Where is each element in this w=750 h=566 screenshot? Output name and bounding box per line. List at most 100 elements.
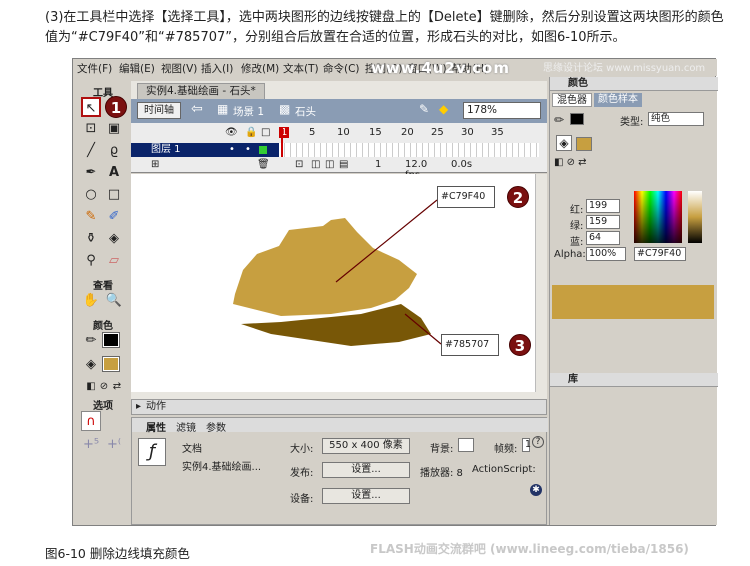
stage[interactable]: #C79F40 2 #785707 3 [131,174,535,392]
layer-lock-dot[interactable]: • [245,143,251,157]
type-select[interactable]: 纯色 [648,112,704,126]
actions-panel-header[interactable]: ▸ 动作 [131,399,547,415]
flash-window: 文件(F) 编辑(E) 视图(V) 插入(I) 修改(M) 文本(T) 命令(C… [72,58,718,526]
red-field[interactable]: 199 [586,199,620,213]
stroke-pencil-icon[interactable]: ✏ [554,113,564,127]
library-panel-header[interactable]: 库 [550,373,718,387]
center-frame-icon[interactable]: ⊡ [295,159,303,170]
edit-scene-icon[interactable]: ✎ [419,102,429,116]
menu-text[interactable]: 文本(T) [283,61,319,76]
back-arrow-icon[interactable]: ⇦ [191,101,203,117]
fill-color-swatch[interactable] [102,356,120,372]
outline-icon[interactable]: □ [261,127,270,138]
ruler-tick: 25 [431,127,444,138]
tab-filters[interactable]: 滤镜 [176,419,196,434]
doc-type-label: 文档 [182,444,202,455]
lock-icon[interactable]: 🔒 [245,127,257,138]
ink-bottle-icon[interactable]: ⚱ [81,229,101,249]
pencil-tool-icon[interactable]: ✎ [81,207,101,227]
oval-tool-icon[interactable]: ○ [81,185,101,205]
blue-field[interactable]: 64 [586,231,620,245]
edit-symbol-icon[interactable]: ◆ [439,102,448,116]
size-button[interactable]: 550 x 400 像素 [322,438,410,454]
straighten-icon[interactable]: +⁽ [104,435,124,455]
gradient-transform-icon[interactable]: ▣ [104,119,124,139]
green-label: 绿: [570,221,584,232]
help-icon[interactable]: ? [532,436,544,448]
eyedropper-icon[interactable]: ⚲ [81,251,101,271]
layer-outline-box[interactable] [259,146,267,154]
doc-tab[interactable]: 实例4.基础绘画 - 石头* [137,83,265,99]
brush-tool-icon[interactable]: ✐ [104,207,124,227]
stage-vscroll[interactable] [535,174,547,392]
frame-strip[interactable] [279,143,539,157]
ruler-tick: 15 [369,127,382,138]
fps-label: 帧频: [494,444,518,455]
menu-file[interactable]: 文件(F) [77,61,112,76]
edit-frames-icon[interactable]: ▤ [339,159,348,170]
zoom-tool-icon[interactable]: 🔍 [104,291,124,311]
eye-icon[interactable]: 👁 [225,127,238,138]
ruler-tick: 35 [491,127,504,138]
layer-visible-dot[interactable]: • [229,143,235,157]
pen-tool-icon[interactable]: ✒ [81,163,101,183]
mixer-default-icon[interactable]: ◧ ⊘ ⇄ [554,157,587,168]
menu-edit[interactable]: 编辑(E) [119,61,155,76]
menu-commands[interactable]: 命令(C) [323,61,360,76]
menu-view[interactable]: 视图(V) [161,61,197,76]
eraser-icon[interactable]: ▱ [104,251,124,271]
snap-magnet-icon[interactable]: ∩ [81,411,101,431]
scene-label[interactable]: 场景 1 [233,104,264,119]
edit-bar: 时间轴 ⇦ ▦ 场景 1 ▩ 石头 ✎ ◆ 178% [131,99,547,123]
zoom-select[interactable]: 178% [463,102,541,119]
symbol-label[interactable]: 石头 [295,104,316,119]
brightness-slider[interactable] [688,191,702,243]
alpha-field[interactable]: 100% [586,247,626,261]
line-tool-icon[interactable]: ╱ [81,141,101,161]
rectangle-tool-icon[interactable]: □ [104,185,124,205]
paint-bucket-icon[interactable]: ◈ [104,229,124,249]
lasso-tool-icon[interactable]: ϱ [104,141,124,161]
hex-label-light: #C79F40 [437,186,495,208]
menu-modify[interactable]: 修改(M) [241,61,279,76]
publish-settings-button[interactable]: 设置... [322,462,410,478]
timeline-toggle-button[interactable]: 时间轴 [137,102,181,119]
smooth-icon[interactable]: +⁵ [81,435,101,455]
blue-label: 蓝: [570,237,584,248]
add-layer-icon[interactable]: ⊞ [151,159,159,170]
properties-tabs: 属性 滤镜 参数 [132,418,548,434]
selection-tool-icon[interactable]: ↖ [81,97,101,117]
tab-properties[interactable]: 属性 [146,419,166,434]
mixer-fill-swatch[interactable] [576,137,592,151]
size-label: 大小: [290,444,314,455]
tab-parameters[interactable]: 参数 [206,419,226,434]
color-preview [552,285,714,319]
device-settings-button[interactable]: 设置... [322,488,410,504]
delete-layer-icon[interactable]: 🗑 [257,159,270,170]
onion-outline-icon[interactable]: ◫ [325,159,334,170]
free-transform-icon[interactable]: ⊡ [81,119,101,139]
hand-tool-icon[interactable]: ✋ [81,291,101,311]
swap-colors-icon[interactable]: ⇄ [107,377,127,397]
menu-insert[interactable]: 插入(I) [201,61,233,76]
layer-name: 图层 1 [151,144,181,155]
mixer-stroke-swatch[interactable] [570,113,584,125]
fill-color-icon[interactable]: ◈ [81,355,101,375]
layer-row[interactable]: 图层 1 • • [131,143,279,157]
fps-field[interactable]: 1 [522,438,531,452]
onion-icon[interactable]: ◫ [311,159,320,170]
hex-field[interactable]: #C79F40 [634,247,686,261]
accessibility-icon[interactable]: ✱ [530,484,542,496]
ruler-tick: 30 [461,127,474,138]
text-tool-icon[interactable]: A [104,163,124,183]
playhead[interactable] [281,127,283,157]
fill-bucket-icon[interactable]: ◈ [556,135,572,151]
stroke-color-swatch[interactable] [102,332,120,348]
hex-label-dark: #785707 [441,334,499,356]
stroke-color-icon[interactable]: ✏ [81,331,101,351]
actionscript-label: ActionScript: [472,464,536,475]
color-spectrum-shade[interactable] [634,191,682,243]
green-field[interactable]: 159 [586,215,620,229]
background-swatch[interactable] [458,438,474,452]
options-header: 选项 [93,401,113,412]
